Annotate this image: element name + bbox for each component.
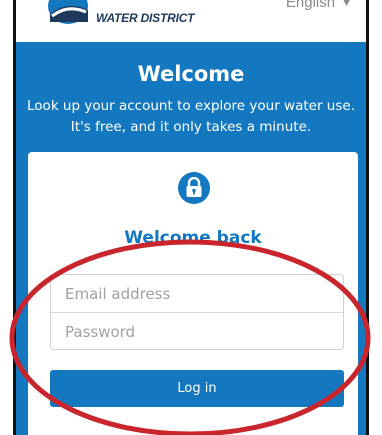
language-selector[interactable]: English ▼ [286, 0, 352, 11]
welcome-back-title: Welcome back [124, 228, 262, 248]
password-field[interactable] [51, 313, 343, 350]
hero-title: Welcome [137, 62, 245, 86]
water-drop-logo-icon [48, 0, 88, 24]
language-label: English [285, 0, 336, 11]
logo-text: WATER DISTRICT [96, 11, 195, 25]
email-field[interactable] [51, 275, 343, 312]
login-button[interactable]: Log in [50, 370, 344, 407]
chevron-down-icon: ▼ [341, 0, 352, 9]
water-district-logo[interactable]: WATER DISTRICT [48, 0, 198, 30]
login-card: Welcome back Log in [28, 152, 358, 435]
mobile-screen: WATER DISTRICT English ▼ Welcome Look up… [16, 0, 366, 435]
device-edge-left [13, 0, 16, 435]
device-edge-right [366, 0, 369, 435]
hero-subtitle: Look up your account to explore your wat… [27, 98, 355, 135]
lock-icon [178, 172, 210, 204]
credentials-field-group [50, 274, 344, 350]
top-bar: WATER DISTRICT English ▼ [16, 0, 366, 42]
